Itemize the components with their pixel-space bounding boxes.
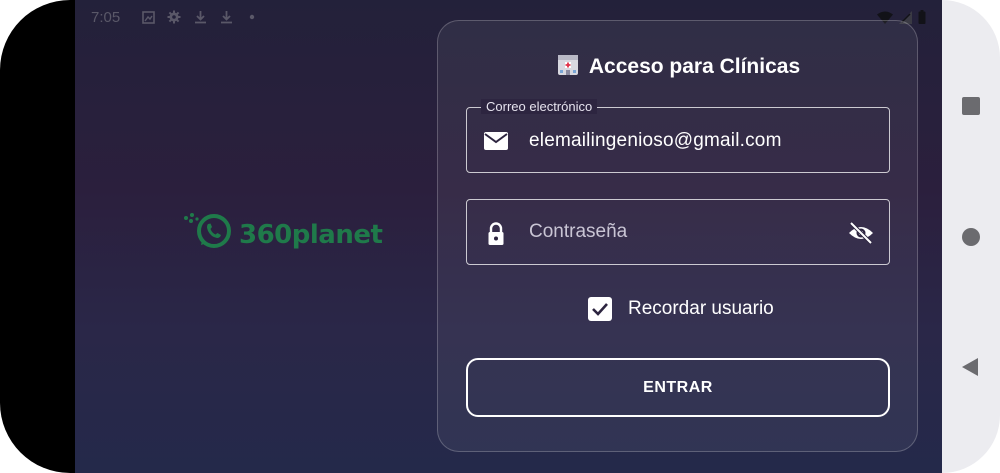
remember-checkbox[interactable] (588, 297, 612, 321)
status-notification-icons (141, 10, 259, 24)
battery-icon (918, 10, 926, 29)
download-icon (219, 10, 233, 24)
email-field-value[interactable]: elemailingenioso@gmail.com (529, 108, 782, 174)
email-field[interactable]: Correo electrónico elemailingenioso@gmai… (466, 99, 890, 174)
back-button[interactable] (962, 358, 978, 376)
lock-icon (483, 221, 509, 245)
system-nav-bar (942, 0, 1000, 473)
settings-notification-icon (167, 10, 181, 24)
app-screen: 7:05 360planet Acceso para Clínicas Corr… (75, 0, 942, 473)
login-card: Acceso para Clínicas Correo electrónico … (437, 20, 918, 452)
device-frame: 7:05 360planet Acceso para Clínicas Corr… (0, 0, 1000, 473)
status-time: 7:05 (91, 9, 121, 26)
recents-button[interactable] (962, 97, 980, 115)
whatsapp-logo-icon (183, 212, 235, 257)
home-button[interactable] (962, 228, 980, 246)
download-icon (193, 10, 207, 24)
mail-icon (483, 129, 509, 153)
remember-user[interactable]: Recordar usuario (588, 297, 774, 321)
dot-icon (245, 10, 259, 24)
image-notification-icon (141, 10, 155, 24)
login-title-text: Acceso para Clínicas (588, 55, 801, 78)
visibility-off-icon[interactable] (847, 220, 875, 246)
password-input[interactable] (529, 200, 829, 264)
brand-name: 360planet (239, 219, 383, 250)
login-title: Acceso para Clínicas (438, 51, 917, 83)
hospital-icon (555, 51, 581, 83)
remember-label[interactable]: Recordar usuario (628, 298, 774, 320)
brand-logo: 360planet (183, 212, 383, 257)
password-field[interactable] (466, 199, 890, 265)
enter-button[interactable]: ENTRAR (466, 358, 890, 417)
device-bezel (0, 0, 75, 473)
